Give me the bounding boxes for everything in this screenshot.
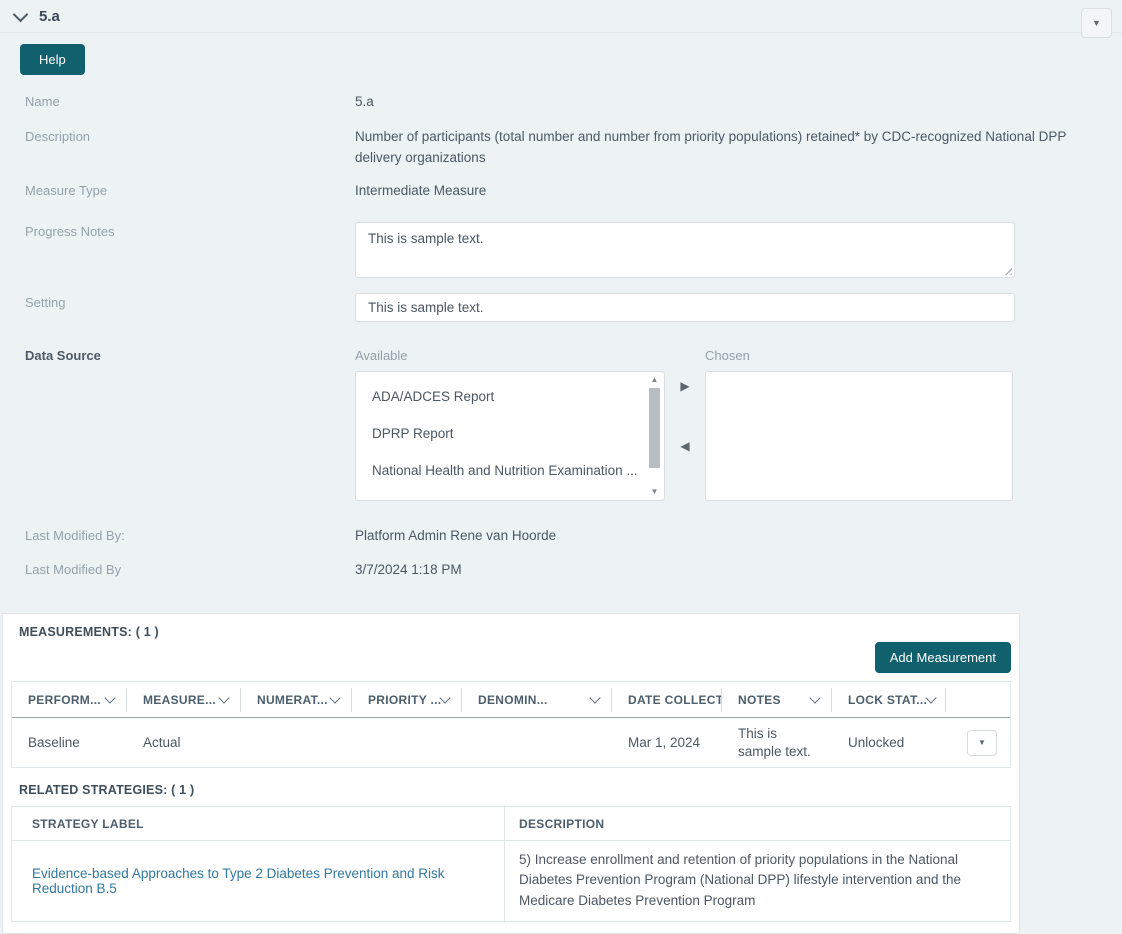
sort-chevron-icon xyxy=(329,692,340,703)
cell-performance: Baseline xyxy=(12,734,127,752)
column-header-priority[interactable]: PRIORITY ... xyxy=(352,688,462,712)
scroll-down-icon[interactable]: ▼ xyxy=(651,486,659,498)
measure-type-row: Measure Type Intermediate Measure xyxy=(0,181,1122,201)
section-menu-button[interactable]: ▼ xyxy=(1081,8,1112,38)
dual-listbox: Available ADA/ADCES Report DPRP Report N… xyxy=(355,346,1093,501)
progress-notes-textarea[interactable] xyxy=(355,222,1015,278)
column-header-description: DESCRIPTION xyxy=(505,807,1010,840)
available-caption: Available xyxy=(355,346,665,366)
section-header: 5.a xyxy=(0,0,1122,33)
sort-chevron-icon xyxy=(925,692,936,703)
last-modified-by-value: Platform Admin Rene van Hoorde xyxy=(355,526,1122,546)
column-header-performance[interactable]: PERFORM... xyxy=(12,688,127,712)
measure-form: Name 5.a Description Number of participa… xyxy=(0,92,1122,580)
progress-notes-row: Progress Notes xyxy=(0,222,1122,278)
available-option[interactable]: ADA/ADCES Report xyxy=(356,379,664,416)
sort-chevron-icon xyxy=(809,692,820,703)
cell-measure: Actual xyxy=(127,734,241,752)
column-header-notes[interactable]: NOTES xyxy=(722,688,832,712)
setting-input[interactable] xyxy=(355,293,1015,322)
last-modified-date-label: Last Modified By xyxy=(0,560,355,580)
available-option[interactable]: NCQA Healthcare Effectiveness Data and I… xyxy=(356,490,664,500)
strategy-description: 5) Increase enrollment and retention of … xyxy=(505,841,1010,921)
measure-detail-page: { "colors": { "accent_teal": "#11606E", … xyxy=(0,0,1122,897)
chosen-listbox[interactable] xyxy=(705,371,1013,501)
scrollbar-thumb[interactable] xyxy=(649,388,660,468)
description-value: Number of participants (total number and… xyxy=(355,127,1122,168)
last-modified-by-label: Last Modified By: xyxy=(0,526,355,546)
caret-down-icon: ▼ xyxy=(1092,19,1101,28)
available-listbox[interactable]: ADA/ADCES Report DPRP Report National He… xyxy=(355,371,665,501)
column-header-date-collected[interactable]: DATE COLLECT... xyxy=(612,688,722,712)
cell-lock-status: Unlocked xyxy=(832,734,946,752)
column-header-actions xyxy=(946,688,1010,712)
page-title: 5.a xyxy=(39,8,60,25)
related-strategies-table: STRATEGY LABEL DESCRIPTION Evidence-base… xyxy=(11,806,1011,922)
chosen-caption: Chosen xyxy=(705,346,1013,366)
strategy-link[interactable]: Evidence-based Approaches to Type 2 Diab… xyxy=(32,866,504,896)
setting-row: Setting xyxy=(0,293,1122,322)
row-menu-button[interactable]: ▼ xyxy=(967,730,997,756)
column-header-strategy-label: STRATEGY LABEL xyxy=(12,807,505,840)
cell-notes: This is sample text. xyxy=(722,725,832,760)
measurements-table-header: PERFORM... MEASURE... NUMERAT... PRIORIT… xyxy=(12,682,1010,718)
setting-label: Setting xyxy=(0,293,355,322)
measure-type-label: Measure Type xyxy=(0,181,355,201)
sort-chevron-icon xyxy=(218,692,229,703)
sort-chevron-icon xyxy=(589,692,600,703)
measurement-row: Baseline Actual Mar 1, 2024 This is samp… xyxy=(12,718,1010,767)
name-row: Name 5.a xyxy=(0,92,1122,112)
related-strategies-header: STRATEGY LABEL DESCRIPTION xyxy=(12,807,1010,841)
description-row: Description Number of participants (tota… xyxy=(0,127,1122,168)
data-source-row: Data Source Available ADA/ADCES Report D… xyxy=(0,346,1122,501)
name-label: Name xyxy=(0,92,355,112)
caret-down-icon: ▼ xyxy=(978,739,986,747)
last-modified-date-value: 3/7/2024 1:18 PM xyxy=(355,560,1122,580)
help-button[interactable]: Help xyxy=(20,44,85,75)
column-header-denominator[interactable]: DENOMIN... xyxy=(462,688,612,712)
description-label: Description xyxy=(0,127,355,168)
measurements-title: MEASUREMENTS: ( 1 ) xyxy=(19,625,1019,639)
last-modified-by-row: Last Modified By: Platform Admin Rene va… xyxy=(0,526,1122,546)
measurements-panel: MEASUREMENTS: ( 1 ) Add Measurement PERF… xyxy=(2,613,1020,934)
column-header-measure[interactable]: MEASURE... xyxy=(127,688,241,712)
column-header-numerator[interactable]: NUMERAT... xyxy=(241,688,352,712)
column-header-lock-status[interactable]: LOCK STAT... xyxy=(832,688,946,712)
available-option[interactable]: National Health and Nutrition Examinatio… xyxy=(356,453,664,490)
move-right-icon[interactable]: ▶ xyxy=(680,380,689,392)
cell-date-collected: Mar 1, 2024 xyxy=(612,734,722,752)
chevron-down-icon[interactable] xyxy=(13,6,29,22)
measure-type-value: Intermediate Measure xyxy=(355,181,1122,201)
data-source-label: Data Source xyxy=(0,346,355,501)
last-modified-date-row: Last Modified By 3/7/2024 1:18 PM xyxy=(0,560,1122,580)
sort-chevron-icon xyxy=(440,692,451,703)
available-option[interactable]: DPRP Report xyxy=(356,416,664,453)
name-value: 5.a xyxy=(355,92,1122,112)
related-strategies-title: RELATED STRATEGIES: ( 1 ) xyxy=(19,783,1019,797)
listbox-scrollbar[interactable]: ▲ ▼ xyxy=(647,374,662,498)
strategy-row: Evidence-based Approaches to Type 2 Diab… xyxy=(12,841,1010,921)
move-left-icon[interactable]: ◀ xyxy=(680,440,689,452)
sort-chevron-icon xyxy=(104,692,115,703)
scroll-up-icon[interactable]: ▲ xyxy=(651,374,659,386)
add-measurement-button[interactable]: Add Measurement xyxy=(875,642,1011,673)
progress-notes-label: Progress Notes xyxy=(0,222,355,278)
measurements-table: PERFORM... MEASURE... NUMERAT... PRIORIT… xyxy=(11,681,1011,768)
